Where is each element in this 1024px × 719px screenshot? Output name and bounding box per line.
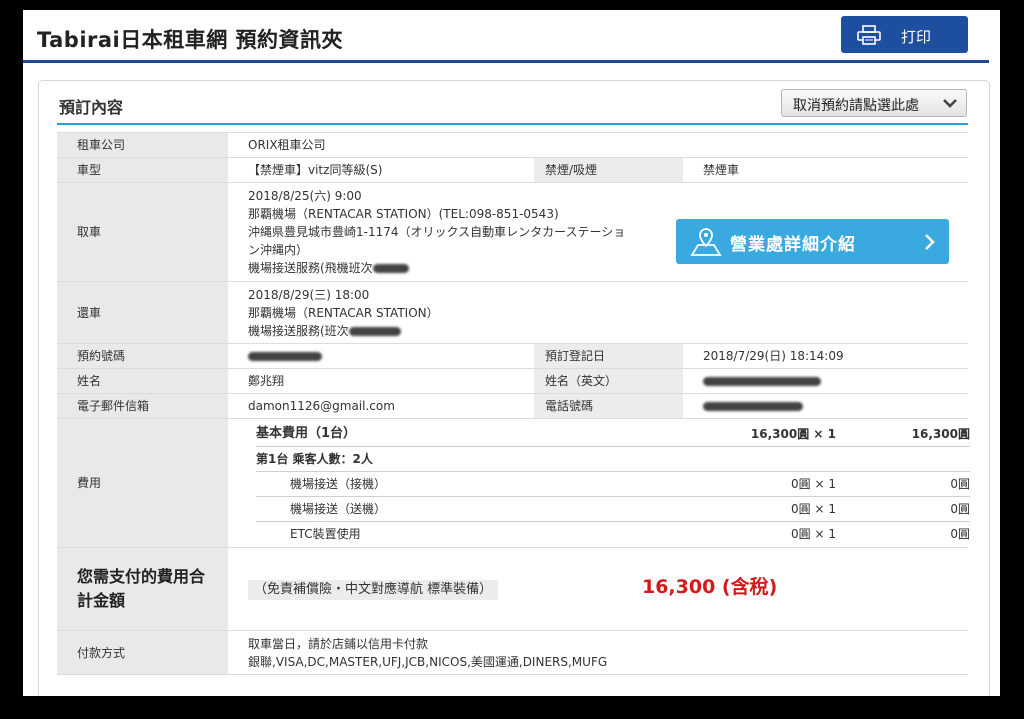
page-title: Tabirai日本租車網 預約資訊夾 — [37, 28, 344, 52]
card-title: 預訂內容 — [59, 98, 124, 117]
chevron-right-icon — [923, 233, 935, 255]
phone-label: 電話號碼 — [534, 393, 683, 419]
reservation-card: 預訂內容 取消預約請點選此處 租車公司 ORIX租車公司 車型 【禁煙車】vit… — [38, 80, 990, 696]
reservation-table: 租車公司 ORIX租車公司 車型 【禁煙車】vitz同等級(S) 禁煙/吸煙 禁… — [57, 132, 970, 675]
company-label: 租車公司 — [57, 132, 228, 158]
fee-row-option: 機場接送（送機） 0圓 × 1 0圓 — [256, 496, 970, 522]
company-value: ORIX租車公司 — [228, 132, 968, 158]
printer-icon — [857, 25, 881, 49]
page-frame: Tabirai日本租車網 預約資訊夾 打印 預訂內容 取消預約請點選此處 租車公… — [23, 10, 1000, 696]
return-shuttle: 機場接送服務(班次 — [248, 322, 968, 340]
table-row: 姓名 鄭兆翔 姓名（英文） — [57, 368, 968, 394]
redacted-text — [348, 326, 401, 336]
booking-date-label: 預訂登記日 — [534, 343, 683, 369]
store-details-label: 營業處詳細介紹 — [730, 235, 856, 255]
fee-table: 基本費用（1台） 16,300圓 × 1 16,300圓 第1台 乘客人數：2人… — [256, 422, 970, 546]
option-name: 機場接送（送機） — [256, 496, 676, 522]
payment-instruction: 取車當日，請於店鋪以信用卡付款 — [248, 636, 429, 651]
fee-row-option: 機場接送（接機） 0圓 × 1 0圓 — [256, 471, 970, 497]
map-pin-icon — [690, 227, 722, 261]
option-unit: 0圓 × 1 — [676, 496, 836, 522]
return-value: 2018/8/29(三) 18:00 那覇機場（RENTACAR STATION… — [228, 281, 968, 344]
smoke-label: 禁煙/吸煙 — [534, 157, 683, 183]
payment-cards: 銀聯,VISA,DC,MASTER,UFJ,JCB,NICOS,美國運通,DIN… — [248, 654, 608, 669]
phone-value — [683, 393, 968, 419]
pickup-datetime: 2018/8/25(六) 9:00 — [248, 189, 362, 203]
cancel-label: 取消預約請點選此處 — [793, 98, 919, 114]
total-amount: 16,300 (含稅) — [641, 576, 778, 598]
booking-date-value: 2018/7/29(日) 18:14:09 — [683, 343, 968, 369]
included-note: （免責補償險・中文對應導航 標準裝備） — [248, 580, 499, 600]
table-row: 租車公司 ORIX租車公司 — [57, 132, 968, 158]
print-button[interactable]: 打印 — [841, 16, 968, 53]
table-row: 車型 【禁煙車】vitz同等級(S) 禁煙/吸煙 禁煙車 — [57, 157, 968, 183]
total-label: 您需支付的費用合 計金額 — [57, 547, 228, 631]
table-row: 付款方式 取車當日，請於店鋪以信用卡付款 銀聯,VISA,DC,MASTER,U… — [57, 630, 968, 675]
booking-number-value — [228, 343, 534, 369]
return-location: 那覇機場（RENTACAR STATION） — [248, 305, 439, 320]
redacted-text — [703, 402, 803, 411]
english-name-label: 姓名（英文） — [534, 368, 683, 394]
basic-fee-total: 16,300圓 — [836, 422, 970, 447]
header: Tabirai日本租車網 預約資訊夾 打印 — [23, 10, 989, 63]
title-underline — [57, 123, 968, 125]
table-row: 預約號碼 預訂登記日 2018/7/29(日) 18:14:09 — [57, 343, 968, 369]
return-datetime: 2018/8/29(三) 18:00 — [248, 287, 370, 302]
email-label: 電子郵件信箱 — [57, 393, 228, 419]
table-row: 費用 基本費用（1台） 16,300圓 × 1 16,300圓 第1台 乘客人數… — [57, 418, 970, 548]
redacted-text — [372, 264, 409, 273]
smoke-value: 禁煙車 — [683, 157, 968, 183]
redacted-text — [248, 352, 322, 361]
car-value: 【禁煙車】vitz同等級(S) — [228, 157, 534, 183]
print-label: 打印 — [901, 28, 932, 46]
option-total: 0圓 — [836, 471, 970, 497]
name-value: 鄭兆翔 — [228, 368, 534, 394]
table-row: 電子郵件信箱 damon1126@gmail.com 電話號碼 — [57, 393, 968, 419]
email-value: damon1126@gmail.com — [228, 393, 534, 419]
chevron-down-icon — [942, 97, 958, 113]
pickup-label: 取車 — [57, 182, 228, 282]
fee-label: 費用 — [57, 418, 228, 548]
store-details-button[interactable]: 營業處詳細介紹 — [676, 219, 949, 264]
fee-row-passengers: 第1台 乘客人數：2人 — [256, 446, 970, 472]
redacted-text — [703, 377, 821, 386]
table-row: 還車 2018/8/29(三) 18:00 那覇機場（RENTACAR STAT… — [57, 281, 968, 344]
table-row: 您需支付的費用合 計金額 （免責補償險・中文對應導航 標準裝備） 16,300 … — [57, 547, 968, 631]
english-name-value — [683, 368, 968, 394]
option-unit: 0圓 × 1 — [676, 471, 836, 497]
passenger-count: 第1台 乘客人數：2人 — [256, 446, 970, 472]
option-total: 0圓 — [950, 527, 970, 541]
option-unit: 0圓 × 1 — [791, 527, 836, 541]
return-label: 還車 — [57, 281, 228, 344]
option-name: ETC裝置使用 — [290, 527, 361, 541]
car-label: 車型 — [57, 157, 228, 183]
total-value-cell: （免責補償險・中文對應導航 標準裝備） 16,300 (含稅) — [228, 547, 968, 631]
option-total: 0圓 — [836, 496, 970, 522]
fee-row-basic: 基本費用（1台） 16,300圓 × 1 16,300圓 — [256, 422, 970, 447]
payment-value: 取車當日，請於店鋪以信用卡付款 銀聯,VISA,DC,MASTER,UFJ,JC… — [228, 630, 968, 675]
option-name: 機場接送（接機） — [256, 471, 676, 497]
cancel-reservation-button[interactable]: 取消預約請點選此處 — [781, 89, 967, 117]
basic-fee-unit: 16,300圓 × 1 — [676, 422, 836, 447]
basic-fee-name: 基本費用（1台） — [256, 422, 676, 447]
fee-row-option: ETC裝置使用 0圓 × 1 0圓 — [256, 522, 970, 547]
name-label: 姓名 — [57, 368, 228, 394]
booking-number-label: 預約號碼 — [57, 343, 228, 369]
payment-label: 付款方式 — [57, 630, 228, 675]
fee-breakdown: 基本費用（1台） 16,300圓 × 1 16,300圓 第1台 乘客人數：2人… — [228, 418, 970, 548]
